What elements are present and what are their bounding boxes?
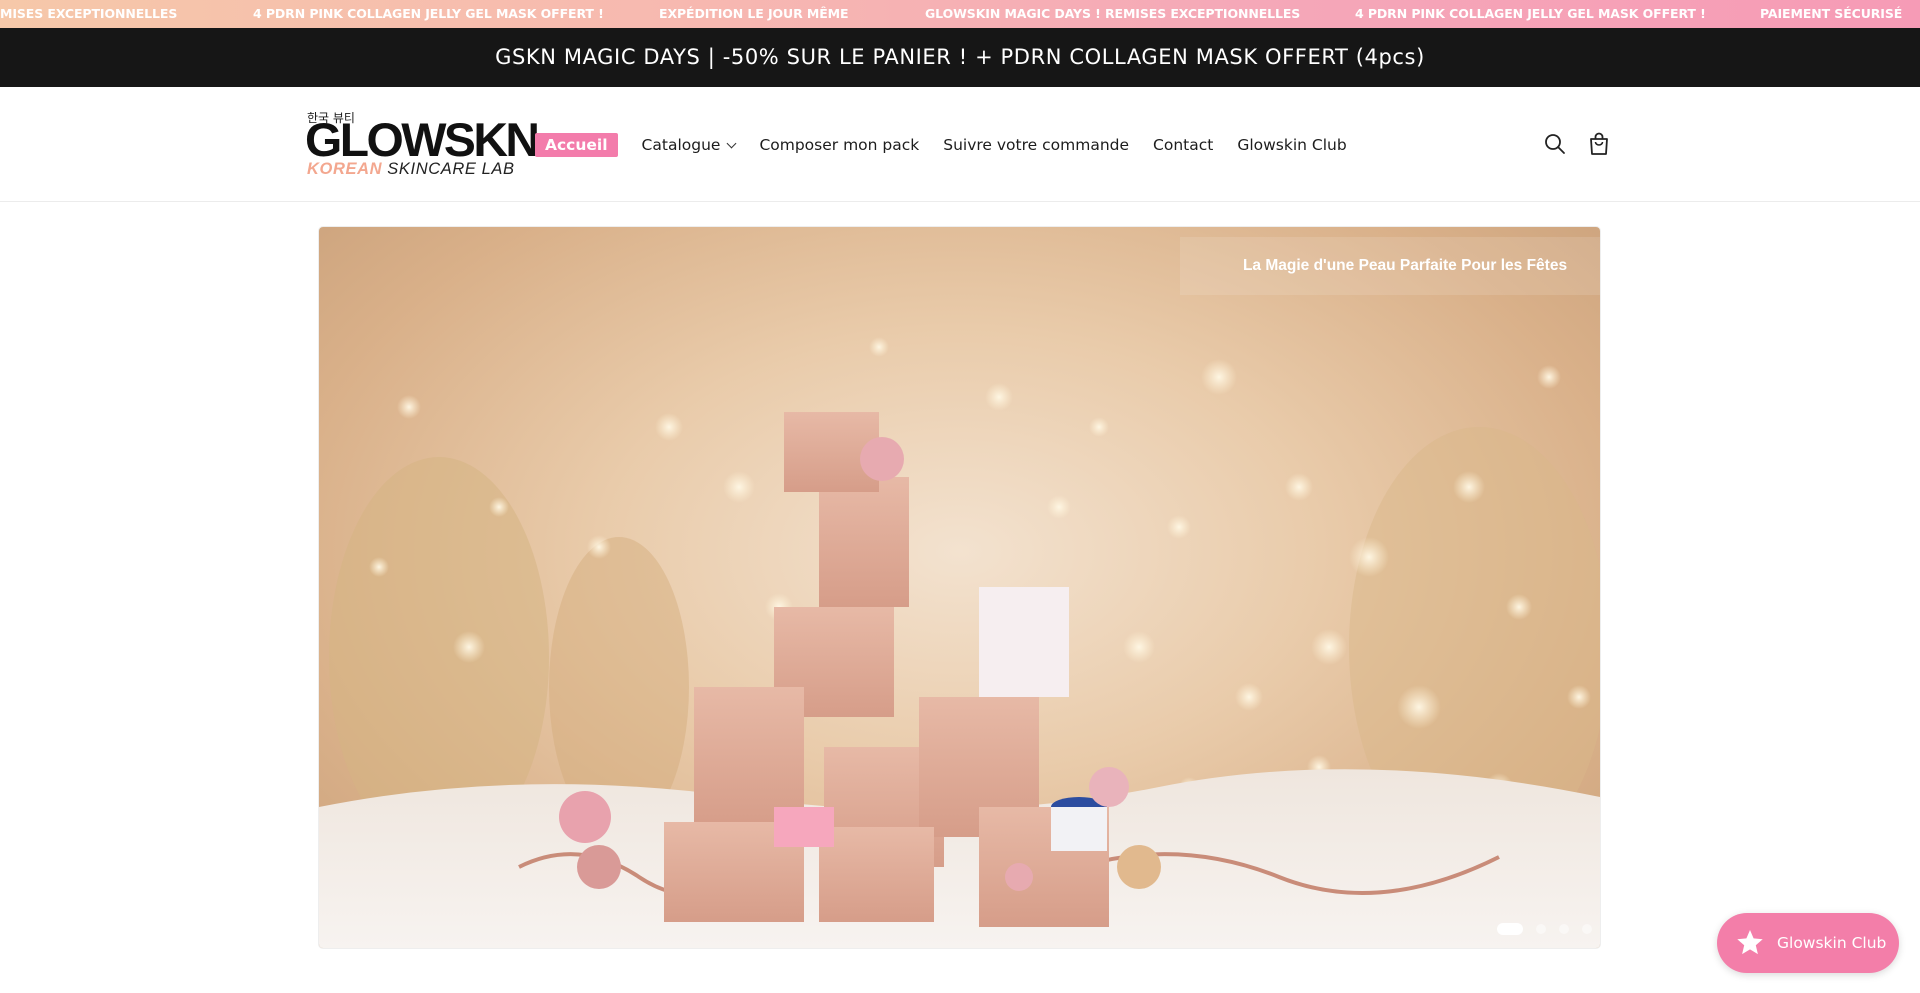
glowskin-club-button[interactable]: Glowskin Club bbox=[1717, 913, 1899, 973]
marquee-item: 4 PDRN PINK COLLAGEN JELLY GEL MASK OFFE… bbox=[1355, 6, 1706, 21]
main-nav: Accueil Catalogue Composer mon pack Suiv… bbox=[535, 132, 1371, 158]
logo-tagline-accent: KOREAN bbox=[307, 160, 383, 178]
marquee-item: 4 PDRN PINK COLLAGEN JELLY GEL MASK OFFE… bbox=[253, 6, 604, 21]
hero-caption: La Magie d'une Peau Parfaite Pour les Fê… bbox=[1180, 237, 1600, 295]
marquee-item: EXPÉDITION LE JOUR MÊME bbox=[659, 6, 849, 21]
nav-item-contact[interactable]: Contact bbox=[1153, 136, 1213, 154]
announcement-bar[interactable]: GSKN MAGIC DAYS | -50% SUR LE PANIER ! +… bbox=[0, 28, 1920, 87]
chevron-down-icon bbox=[726, 138, 737, 148]
site-logo[interactable]: 한국 뷰티 GLOWSKN KOREAN SKINCARE LAB bbox=[305, 109, 540, 179]
hero-slideshow[interactable]: La Magie d'une Peau Parfaite Pour les Fê… bbox=[319, 227, 1600, 948]
nav-item-glowskin-club[interactable]: Glowskin Club bbox=[1237, 136, 1346, 154]
slide-dot[interactable] bbox=[1536, 924, 1546, 934]
site-header: 한국 뷰티 GLOWSKN KOREAN SKINCARE LAB Accuei… bbox=[0, 87, 1920, 202]
marquee-item: MISES EXCEPTIONNELLES bbox=[0, 6, 178, 21]
nav-item-accueil[interactable]: Accueil bbox=[535, 133, 618, 157]
shopping-bag-icon[interactable] bbox=[1586, 131, 1612, 157]
search-icon[interactable] bbox=[1542, 131, 1568, 157]
nav-item-suivre-commande[interactable]: Suivre votre commande bbox=[943, 136, 1129, 154]
nav-item-label: Catalogue bbox=[641, 136, 721, 154]
slide-dot-active[interactable] bbox=[1497, 923, 1523, 935]
marquee-item: GLOWSKIN MAGIC DAYS ! REMISES EXCEPTIONN… bbox=[925, 6, 1301, 21]
slide-dot[interactable] bbox=[1582, 924, 1592, 934]
logo-tagline: KOREAN SKINCARE LAB bbox=[307, 160, 515, 179]
logo-tagline-rest: SKINCARE LAB bbox=[382, 160, 515, 178]
star-icon bbox=[1737, 930, 1763, 955]
slideshow-pagination bbox=[1497, 923, 1600, 935]
logo-wordmark: GLOWSKN bbox=[305, 113, 540, 166]
club-label: Glowskin Club bbox=[1777, 934, 1887, 952]
hero-image bbox=[319, 337, 1600, 948]
marquee-item: PAIEMENT SÉCURISÉ bbox=[1760, 6, 1903, 21]
nav-item-composer-pack[interactable]: Composer mon pack bbox=[759, 136, 919, 154]
slide-dot[interactable] bbox=[1559, 924, 1569, 934]
nav-item-catalogue[interactable]: Catalogue bbox=[641, 136, 737, 154]
marquee-banner: MISES EXCEPTIONNELLES 4 PDRN PINK COLLAG… bbox=[0, 0, 1920, 28]
